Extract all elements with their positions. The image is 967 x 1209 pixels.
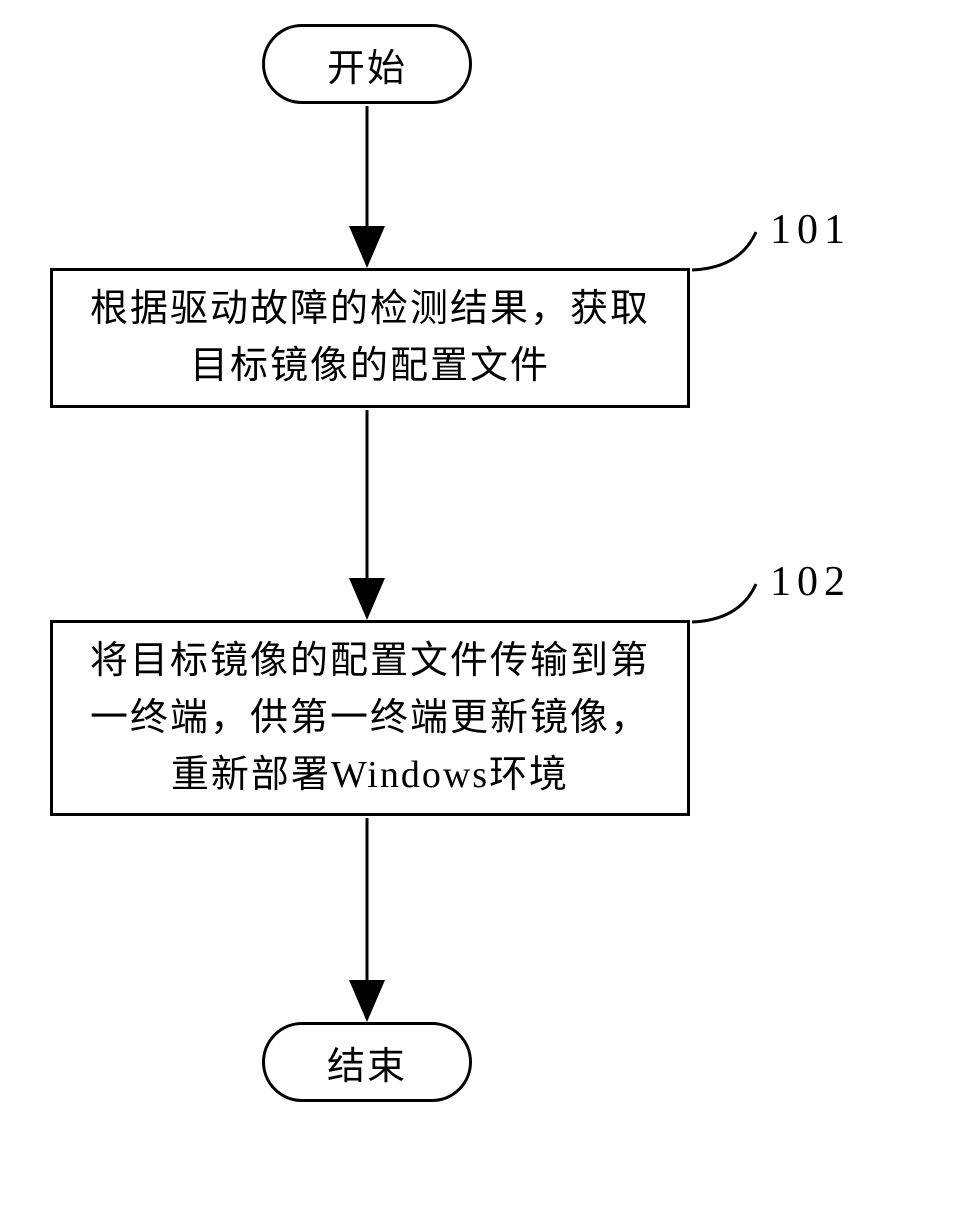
step-label-102: 102 [770,558,851,606]
end-terminator: 结束 [262,1022,472,1102]
process-step-101: 根据驱动故障的检测结果，获取 目标镜像的配置文件 [50,268,690,408]
process-step-text: 根据驱动故障的检测结果，获取 目标镜像的配置文件 [90,281,650,395]
process-step-text: 将目标镜像的配置文件传输到第 一终端，供第一终端更新镜像， 重新部署Window… [90,633,650,804]
start-terminator: 开始 [262,24,472,104]
step-label-101: 101 [770,206,851,254]
flowchart-container: 开始 根据驱动故障的检测结果，获取 目标镜像的配置文件 101 将目标镜像的配置… [0,0,967,1209]
process-step-102: 将目标镜像的配置文件传输到第 一终端，供第一终端更新镜像， 重新部署Window… [50,620,690,816]
